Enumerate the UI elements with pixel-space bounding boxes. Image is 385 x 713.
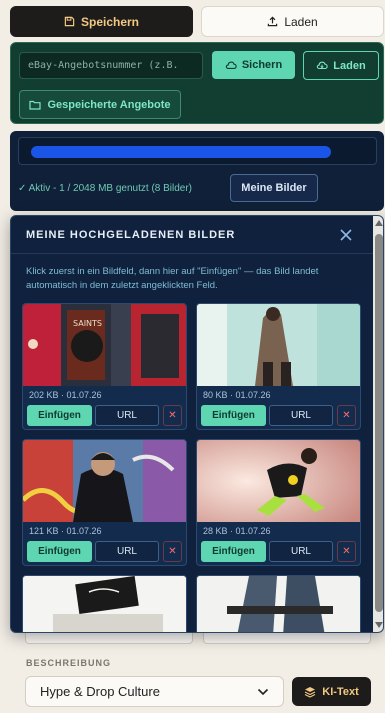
load-button-label: Laden xyxy=(284,14,318,29)
image-meta: 202 KB · 01.07.26 xyxy=(29,390,102,400)
modal-header: MEINE HOCHGELADENEN BILDER xyxy=(11,216,373,254)
modal-instructions: Klick zuerst in ein Bildfeld, dann hier … xyxy=(26,266,319,291)
image-thumbnail[interactable] xyxy=(197,304,360,386)
scroll-up-arrow-icon[interactable] xyxy=(375,220,383,226)
url-button[interactable]: URL xyxy=(269,541,333,562)
modal-title: MEINE HOCHGELADENEN BILDER xyxy=(26,229,236,241)
insert-button[interactable]: Einfügen xyxy=(27,405,92,426)
sichern-label: Sichern xyxy=(241,59,283,71)
saved-offers-label: Gespeicherte Angebote xyxy=(47,98,171,111)
description-style-value: Hype & Drop Culture xyxy=(40,684,160,699)
image-thumbnail[interactable] xyxy=(23,440,186,522)
my-images-button[interactable]: Meine Bilder xyxy=(230,174,318,202)
scroll-thumb[interactable] xyxy=(375,234,383,612)
ki-text-button[interactable]: KI-Text xyxy=(292,677,371,706)
image-card: 121 KB · 01.07.26 Einfügen URL ✕ xyxy=(22,439,187,566)
image-thumbnail[interactable]: SAINTS xyxy=(23,304,186,386)
redaction-scribble xyxy=(31,146,331,158)
svg-text:SAINTS: SAINTS xyxy=(73,319,102,328)
sichern-button[interactable]: Sichern xyxy=(212,51,295,79)
layers-icon xyxy=(305,686,316,698)
delete-button[interactable]: ✕ xyxy=(337,405,356,426)
load-button[interactable]: Laden xyxy=(201,6,384,37)
url-button[interactable]: URL xyxy=(269,405,333,426)
image-card: SAINTS 202 KB · 01.07.26 Einfügen URL ✕ xyxy=(22,303,187,430)
url-button[interactable]: URL xyxy=(95,541,159,562)
delete-button[interactable]: ✕ xyxy=(163,405,182,426)
description-label: BESCHREIBUNG xyxy=(26,658,112,668)
my-images-modal: MEINE HOCHGELADENEN BILDER Klick zuerst … xyxy=(10,215,384,633)
image-thumbnail-partial[interactable] xyxy=(196,575,361,632)
description-style-select[interactable]: Hype & Drop Culture xyxy=(25,676,284,707)
account-panel: ✓ Aktiv - 1 / 2048 MB genutzt (8 Bilder)… xyxy=(10,131,384,211)
ebay-panel: Sichern Laden Gespeicherte Angebote xyxy=(10,42,384,124)
account-status: ✓ Aktiv - 1 / 2048 MB genutzt (8 Bilder) xyxy=(18,183,193,194)
delete-button[interactable]: ✕ xyxy=(337,541,356,562)
image-meta: 121 KB · 01.07.26 xyxy=(29,526,102,536)
image-thumbnail-partial[interactable] xyxy=(22,575,187,632)
api-key-field[interactable] xyxy=(18,137,377,165)
image-card: 28 KB · 01.07.26 Einfügen URL ✕ xyxy=(196,439,361,566)
saved-offers-button[interactable]: Gespeicherte Angebote xyxy=(19,90,181,119)
scroll-down-arrow-icon[interactable] xyxy=(375,622,383,628)
folder-icon xyxy=(29,100,42,110)
save-button[interactable]: Speichern xyxy=(10,6,193,37)
ebay-offer-number-input[interactable] xyxy=(19,52,203,79)
ki-text-label: KI-Text xyxy=(322,685,359,698)
image-meta: 28 KB · 01.07.26 xyxy=(203,526,271,536)
upload-icon xyxy=(268,16,278,27)
cloud-icon xyxy=(225,61,237,69)
insert-button[interactable]: Einfügen xyxy=(201,541,266,562)
insert-button[interactable]: Einfügen xyxy=(201,405,266,426)
cloud-download-icon xyxy=(317,61,328,70)
delete-button[interactable]: ✕ xyxy=(163,541,182,562)
image-thumbnail[interactable] xyxy=(197,440,360,522)
save-button-label: Speichern xyxy=(80,14,140,29)
modal-scrollbar[interactable] xyxy=(373,216,383,632)
top-toolbar: Speichern Laden xyxy=(10,6,384,38)
close-icon[interactable] xyxy=(337,226,355,244)
chevron-down-icon xyxy=(257,688,269,695)
save-icon xyxy=(64,16,75,27)
ebay-laden-button[interactable]: Laden xyxy=(303,51,379,80)
insert-button[interactable]: Einfügen xyxy=(27,541,92,562)
url-button[interactable]: URL xyxy=(95,405,159,426)
image-card: 80 KB · 01.07.26 Einfügen URL ✕ xyxy=(196,303,361,430)
image-meta: 80 KB · 01.07.26 xyxy=(203,390,271,400)
ebay-laden-label: Laden xyxy=(333,59,366,72)
